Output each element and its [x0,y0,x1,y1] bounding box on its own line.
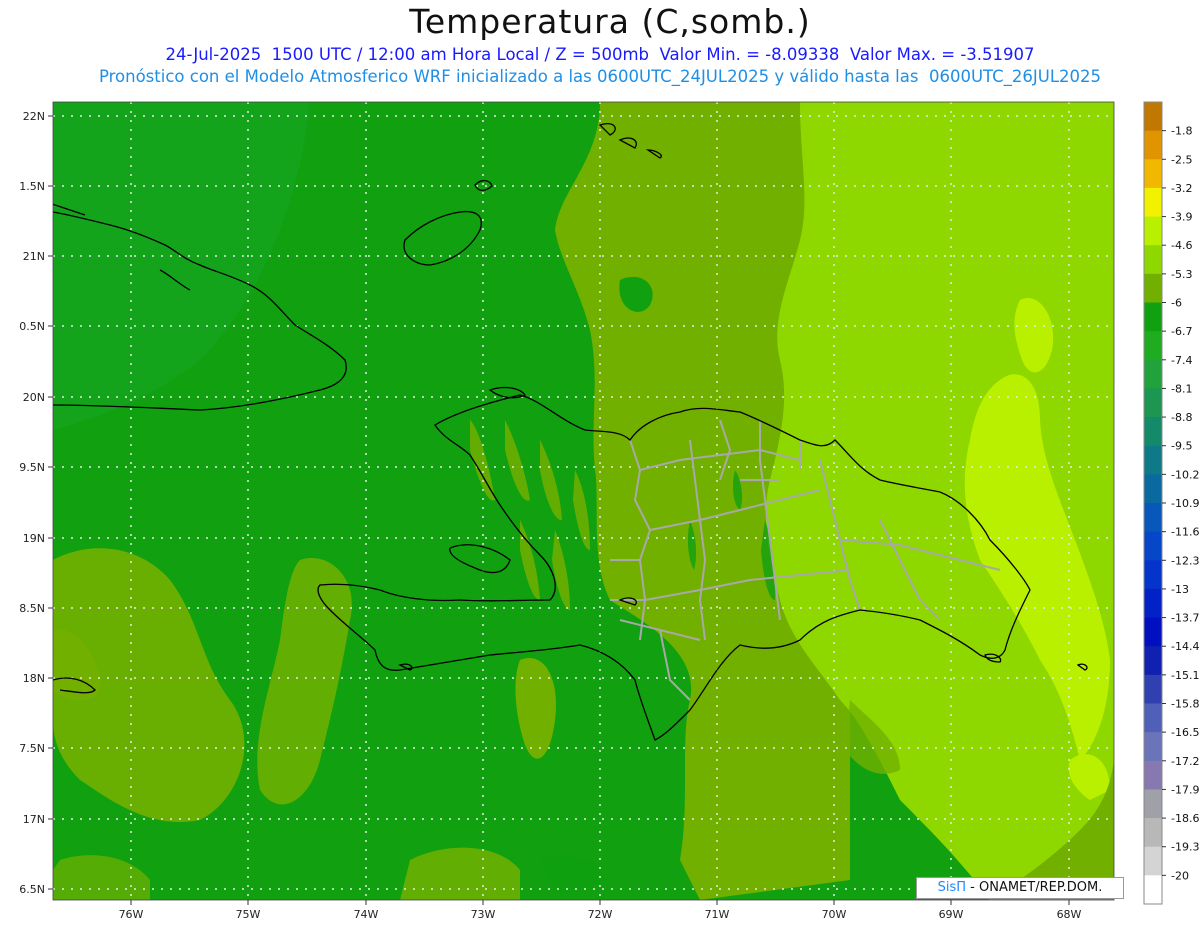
colorbar-label: -6 [1171,297,1182,310]
lon-label: 74W [354,908,379,921]
shading-layer [53,102,1114,900]
colorbar-label: -13.7 [1171,612,1199,625]
colorbar-label: -12.3 [1171,554,1199,567]
lat-label: 20N [23,391,45,404]
temperature-map: 22N 1.5N 21N 0.5N 20N 9.5N 19N 8.5N 18N … [19,101,1199,921]
colorbar: -1.8 -2.5 -3.2 -3.9 -4.6 -5.3 -6 -6.7 -7.4 -8.1 -8… [1143,101,1199,905]
colorbar-swatch [1144,818,1162,848]
colorbar-swatch [1144,359,1162,389]
colorbar-label: -17.9 [1171,783,1199,796]
colorbar-swatch [1144,159,1162,189]
colorbar-label: -15.8 [1171,698,1199,711]
colorbar-swatch [1144,445,1162,475]
colorbar-swatch [1144,302,1162,332]
colorbar-swatch [1144,789,1162,819]
latitude-labels: 22N 1.5N 21N 0.5N 20N 9.5N 19N 8.5N 18N … [19,110,45,896]
colorbar-label: -14.4 [1171,640,1199,653]
credit-text: - ONAMET/REP.DOM. [966,880,1103,895]
colorbar-label: -10.2 [1171,468,1199,481]
colorbar-label: -19.3 [1171,841,1199,854]
colorbar-label: -3.2 [1171,182,1192,195]
lat-label: 21N [23,250,45,263]
lat-label: 17N [23,813,45,826]
colorbar-swatch [1144,617,1162,647]
colorbar-label: -20 [1171,869,1189,882]
colorbar-swatch [1144,245,1162,275]
colorbar-swatch [1144,531,1162,561]
colorbar-swatch [1144,187,1162,218]
colorbar-label: -8.8 [1171,411,1192,424]
lat-label: 19N [23,532,45,545]
colorbar-label: -7.4 [1171,354,1192,367]
colorbar-swatch [1144,588,1162,619]
colorbar-label: -15.1 [1171,669,1199,682]
colorbar-swatch [1144,674,1162,704]
colorbar-swatch [1144,646,1162,676]
lon-label: 71W [705,908,730,921]
colorbar-label: -6.7 [1171,325,1192,338]
colorbar-label: -13 [1171,583,1189,596]
lat-label: 7.5N [19,742,45,755]
colorbar-label: -1.8 [1171,125,1192,138]
colorbar-label: -9.5 [1171,440,1192,453]
colorbar-label: -3.9 [1171,211,1192,224]
colorbar-label: -16.5 [1171,726,1199,739]
colorbar-label: -10.9 [1171,497,1199,510]
lon-label: 72W [588,908,613,921]
lat-label: 1.5N [19,180,45,193]
colorbar-label: -18.6 [1171,812,1199,825]
colorbar-swatch [1144,102,1162,132]
colorbar-swatch [1144,417,1162,447]
colorbar-swatch [1144,875,1162,905]
credit-box: SisΠ - ONAMET/REP.DOM. [916,877,1124,899]
lon-label: 68W [1057,908,1082,921]
colorbar-swatch [1144,130,1162,160]
lon-label: 69W [939,908,964,921]
colorbar-swatch [1144,560,1162,590]
colorbar-swatch [1144,703,1162,733]
lat-label: 6.5N [19,883,45,896]
lat-label: 9.5N [19,461,45,474]
colorbar-label: -11.6 [1171,526,1199,539]
longitude-labels: 76W 75W 74W 73W 72W 71W 70W 69W 68W [119,908,1082,921]
credit-logo-text: SisΠ [937,880,967,895]
colorbar-swatch [1144,273,1162,303]
colorbar-swatch [1144,760,1162,790]
lon-label: 70W [822,908,847,921]
colorbar-swatch [1144,388,1162,418]
colorbar-swatch [1144,503,1162,533]
colorbar-swatch [1144,846,1162,876]
lon-label: 75W [236,908,261,921]
lat-label: 0.5N [19,320,45,333]
colorbar-swatch [1144,732,1162,762]
colorbar-swatch [1144,331,1162,361]
lon-label: 76W [119,908,144,921]
colorbar-label: -5.3 [1171,268,1192,281]
colorbar-swatch [1144,216,1162,246]
colorbar-label: -4.6 [1171,239,1192,252]
lat-label: 8.5N [19,602,45,615]
colorbar-label: -17.2 [1171,755,1199,768]
colorbar-swatch [1144,474,1162,504]
colorbar-label: -8.1 [1171,382,1192,395]
lat-label: 22N [23,110,45,123]
lon-label: 73W [471,908,496,921]
lat-label: 18N [23,672,45,685]
colorbar-label: -2.5 [1171,153,1192,166]
